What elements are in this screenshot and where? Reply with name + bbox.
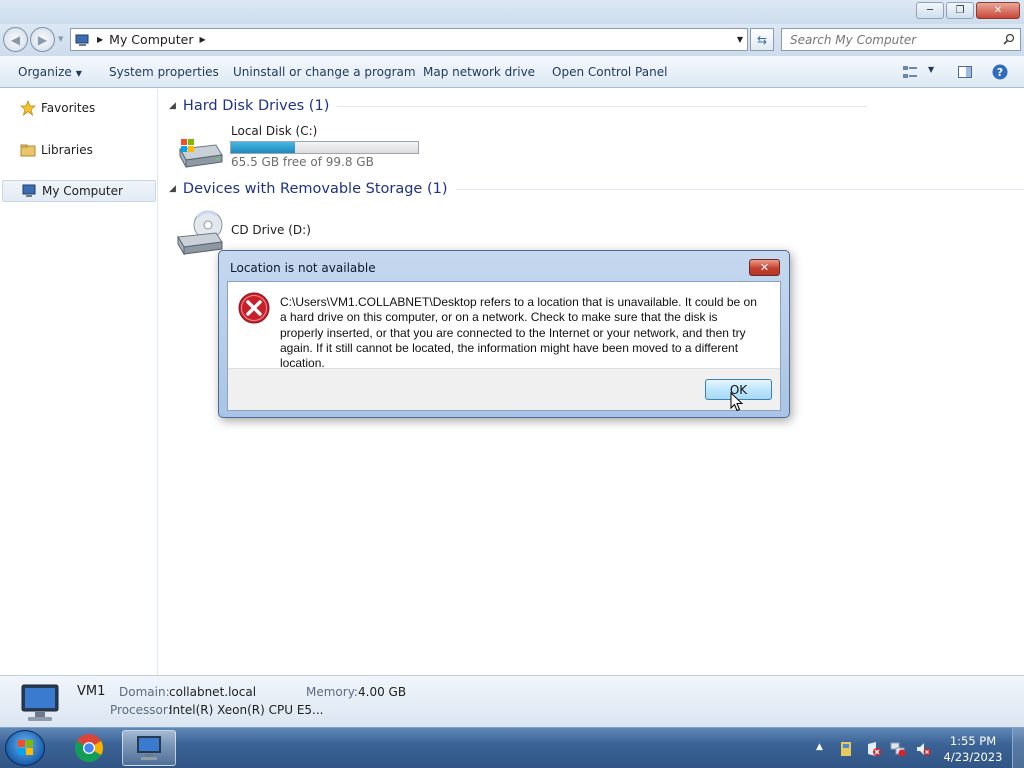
action-center-icon[interactable] — [838, 741, 854, 757]
group-removable-storage[interactable]: ◢ Devices with Removable Storage (1) — [169, 181, 1024, 197]
clock-date: 4/23/2023 — [943, 750, 1003, 764]
open-control-panel-button[interactable]: Open Control Panel — [552, 65, 667, 79]
group-header-label: Hard Disk Drives (1) — [182, 98, 330, 114]
address-dropdown-icon[interactable]: ▼ — [737, 35, 743, 44]
mouse-cursor-icon — [730, 392, 744, 412]
organize-label: Organize — [18, 65, 72, 79]
volume-muted-icon[interactable] — [915, 741, 931, 757]
memory-label: Memory: — [306, 685, 358, 699]
group-hard-disk-drives[interactable]: ◢ Hard Disk Drives (1) — [169, 98, 868, 114]
dialog-body: C:\Users\VM1.COLLABNET\Desktop refers to… — [227, 281, 781, 411]
map-network-drive-button[interactable]: Map network drive — [423, 65, 535, 79]
forward-arrow-icon: ▶ — [37, 32, 48, 47]
show-hidden-icons-icon[interactable]: ▲ — [816, 742, 832, 758]
uninstall-program-button[interactable]: Uninstall or change a program — [233, 65, 416, 79]
sidebar-item-label: My Computer — [42, 184, 123, 198]
sidebar-item-label: Favorites — [41, 101, 96, 115]
error-icon — [238, 292, 270, 324]
show-desktop-button[interactable] — [1012, 728, 1024, 768]
group-header-label: Devices with Removable Storage (1) — [182, 181, 448, 197]
help-icon[interactable]: ? — [992, 64, 1008, 80]
computer-name: VM1 — [77, 684, 106, 699]
start-button[interactable] — [5, 730, 45, 766]
action-center-alert-icon[interactable] — [866, 741, 882, 757]
minimize-icon: ─ — [926, 5, 934, 16]
taskbar-clock[interactable]: 1:55 PM 4/23/2023 — [936, 733, 1010, 765]
processor-value: Intel(R) Xeon(R) CPU E5... — [169, 703, 324, 717]
minimize-button[interactable]: ─ — [916, 2, 944, 19]
star-icon — [20, 100, 36, 116]
computer-icon — [21, 183, 37, 199]
navigation-pane: Favorites Libraries My Computer — [0, 89, 158, 675]
organize-menu[interactable]: Organize ▼ — [18, 65, 82, 79]
dialog-title: Location is not available — [230, 261, 376, 275]
disk-usage-bar — [230, 141, 419, 154]
refresh-button[interactable]: ⇆ — [750, 28, 774, 51]
disk-usage-fill — [231, 142, 295, 153]
search-input[interactable] — [782, 32, 992, 47]
window-controls: ─ ❐ ✕ — [916, 2, 1020, 19]
breadcrumb-separator-icon[interactable]: ▶ — [97, 35, 103, 44]
restore-button[interactable]: ❐ — [946, 2, 974, 19]
processor-label: Processor: — [110, 703, 172, 717]
group-divider — [337, 105, 868, 107]
computer-icon — [75, 34, 91, 46]
taskbar-explorer[interactable] — [122, 730, 176, 766]
chevron-down-icon: ▼ — [75, 69, 82, 78]
breadcrumb-chevron-icon[interactable]: ▶ — [199, 35, 205, 44]
collapse-triangle-icon[interactable]: ◢ — [169, 101, 176, 111]
taskbar: ▲ 1:55 PM 4/23/2023 — [0, 727, 1024, 768]
search-box[interactable] — [781, 28, 1021, 51]
drive-label: CD Drive (D:) — [231, 223, 311, 237]
close-icon: ✕ — [759, 261, 770, 274]
search-icon[interactable] — [1003, 33, 1015, 45]
drive-free-space: 65.5 GB free of 99.8 GB — [231, 155, 374, 169]
back-arrow-icon: ◀ — [10, 32, 21, 47]
network-icon[interactable] — [890, 741, 906, 757]
chrome-icon — [75, 734, 103, 762]
dialog-message: C:\Users\VM1.COLLABNET\Desktop refers to… — [280, 295, 757, 371]
sidebar-item-libraries[interactable]: Libraries — [0, 139, 156, 161]
recent-pages-dropdown[interactable]: ▼ — [58, 35, 63, 43]
folder-icon — [20, 142, 36, 158]
computer-icon — [137, 736, 161, 760]
view-options-dropdown-icon[interactable]: ▼ — [928, 65, 934, 74]
address-row: ◀ ▶ ▼ ▶ My Computer ▶ ▼ ⇆ — [0, 24, 1024, 56]
hard-drive-icon — [179, 139, 223, 168]
sidebar-item-label: Libraries — [41, 143, 93, 157]
preview-pane-icon[interactable] — [957, 64, 973, 80]
computer-large-icon — [21, 684, 59, 721]
close-icon: ✕ — [993, 5, 1003, 16]
domain-value: collabnet.local — [169, 685, 257, 699]
sidebar-item-favorites[interactable]: Favorites — [0, 97, 156, 119]
restore-icon: ❐ — [955, 5, 965, 16]
forward-button[interactable]: ▶ — [30, 27, 55, 52]
location-error-dialog: Location is not available ✕ C:\Users\VM1… — [218, 250, 790, 418]
window-title-bar: ─ ❐ ✕ — [0, 0, 1024, 24]
system-properties-button[interactable]: System properties — [109, 65, 219, 79]
address-bar[interactable]: ▶ My Computer ▶ ▼ — [70, 28, 748, 51]
refresh-icon: ⇆ — [756, 32, 768, 47]
sidebar-item-my-computer[interactable]: My Computer — [2, 180, 156, 202]
clock-time: 1:55 PM — [949, 734, 997, 748]
collapse-triangle-icon[interactable]: ◢ — [169, 184, 176, 194]
details-pane: VM1 Domain: collabnet.local Memory: 4.00… — [0, 675, 1024, 727]
command-bar: Organize ▼ System properties Uninstall or… — [0, 56, 1024, 88]
back-button[interactable]: ◀ — [3, 27, 28, 52]
cd-drive-icon — [177, 210, 223, 255]
drive-label: Local Disk (C:) — [231, 124, 318, 138]
windows-logo-icon — [18, 740, 33, 755]
change-view-icon[interactable] — [902, 64, 918, 80]
svg-text:?: ? — [997, 66, 1003, 79]
breadcrumb-my-computer[interactable]: My Computer — [109, 32, 193, 47]
dialog-footer: OK — [228, 368, 780, 410]
dialog-close-button[interactable]: ✕ — [749, 259, 780, 276]
taskbar-chrome[interactable] — [62, 730, 116, 766]
memory-value: 4.00 GB — [358, 685, 407, 699]
group-divider — [455, 188, 1024, 190]
close-window-button[interactable]: ✕ — [976, 2, 1020, 19]
domain-label: Domain: — [119, 685, 170, 699]
